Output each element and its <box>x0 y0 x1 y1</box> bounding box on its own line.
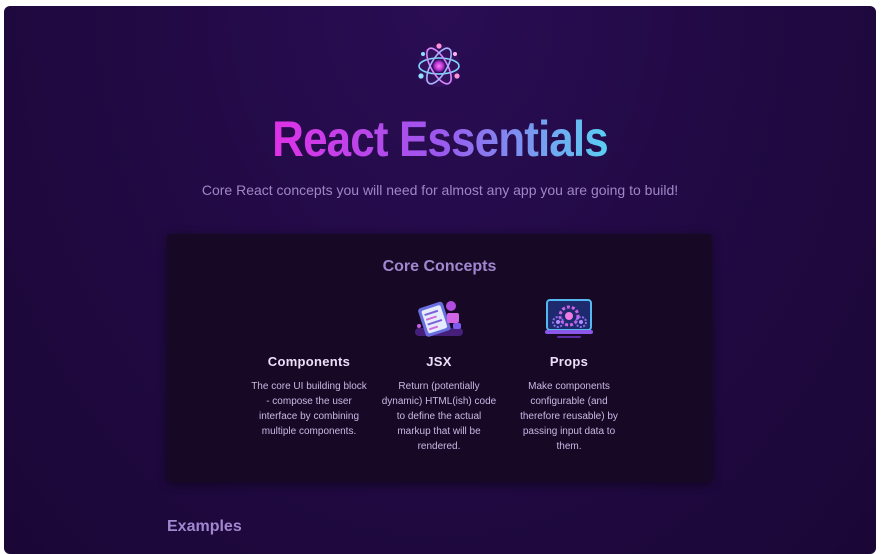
concept-title: Components <box>267 354 351 369</box>
components-illustration-icon <box>250 296 368 340</box>
concept-title: Props <box>549 354 589 369</box>
app-window: React Essentials Core React concepts you… <box>4 6 876 554</box>
examples-heading: Examples <box>167 518 242 535</box>
react-atom-icon <box>418 43 460 87</box>
concept-description: The core UI building block - compose the… <box>251 381 367 437</box>
concept-description: Return (potentially dynamic) HTML(ish) c… <box>381 381 497 452</box>
page-subtitle: Core React concepts you will need for al… <box>201 182 679 198</box>
props-illustration-icon <box>545 299 593 338</box>
concept-card-props: Props Make components configurable (and … <box>510 296 628 454</box>
concept-card-jsx: JSX Return (potentially dynamic) HTML(is… <box>380 296 498 454</box>
core-concepts-heading: Core Concepts <box>382 258 497 275</box>
core-concepts-section: Core Concepts Components The core UI bui… <box>167 234 712 482</box>
page-title: React Essentials <box>56 108 823 170</box>
jsx-illustration-icon <box>415 301 463 337</box>
concept-description: Make components configurable (and theref… <box>520 381 618 452</box>
concept-card-components: Components The core UI building block - … <box>250 296 368 439</box>
concept-title: JSX <box>426 354 452 369</box>
